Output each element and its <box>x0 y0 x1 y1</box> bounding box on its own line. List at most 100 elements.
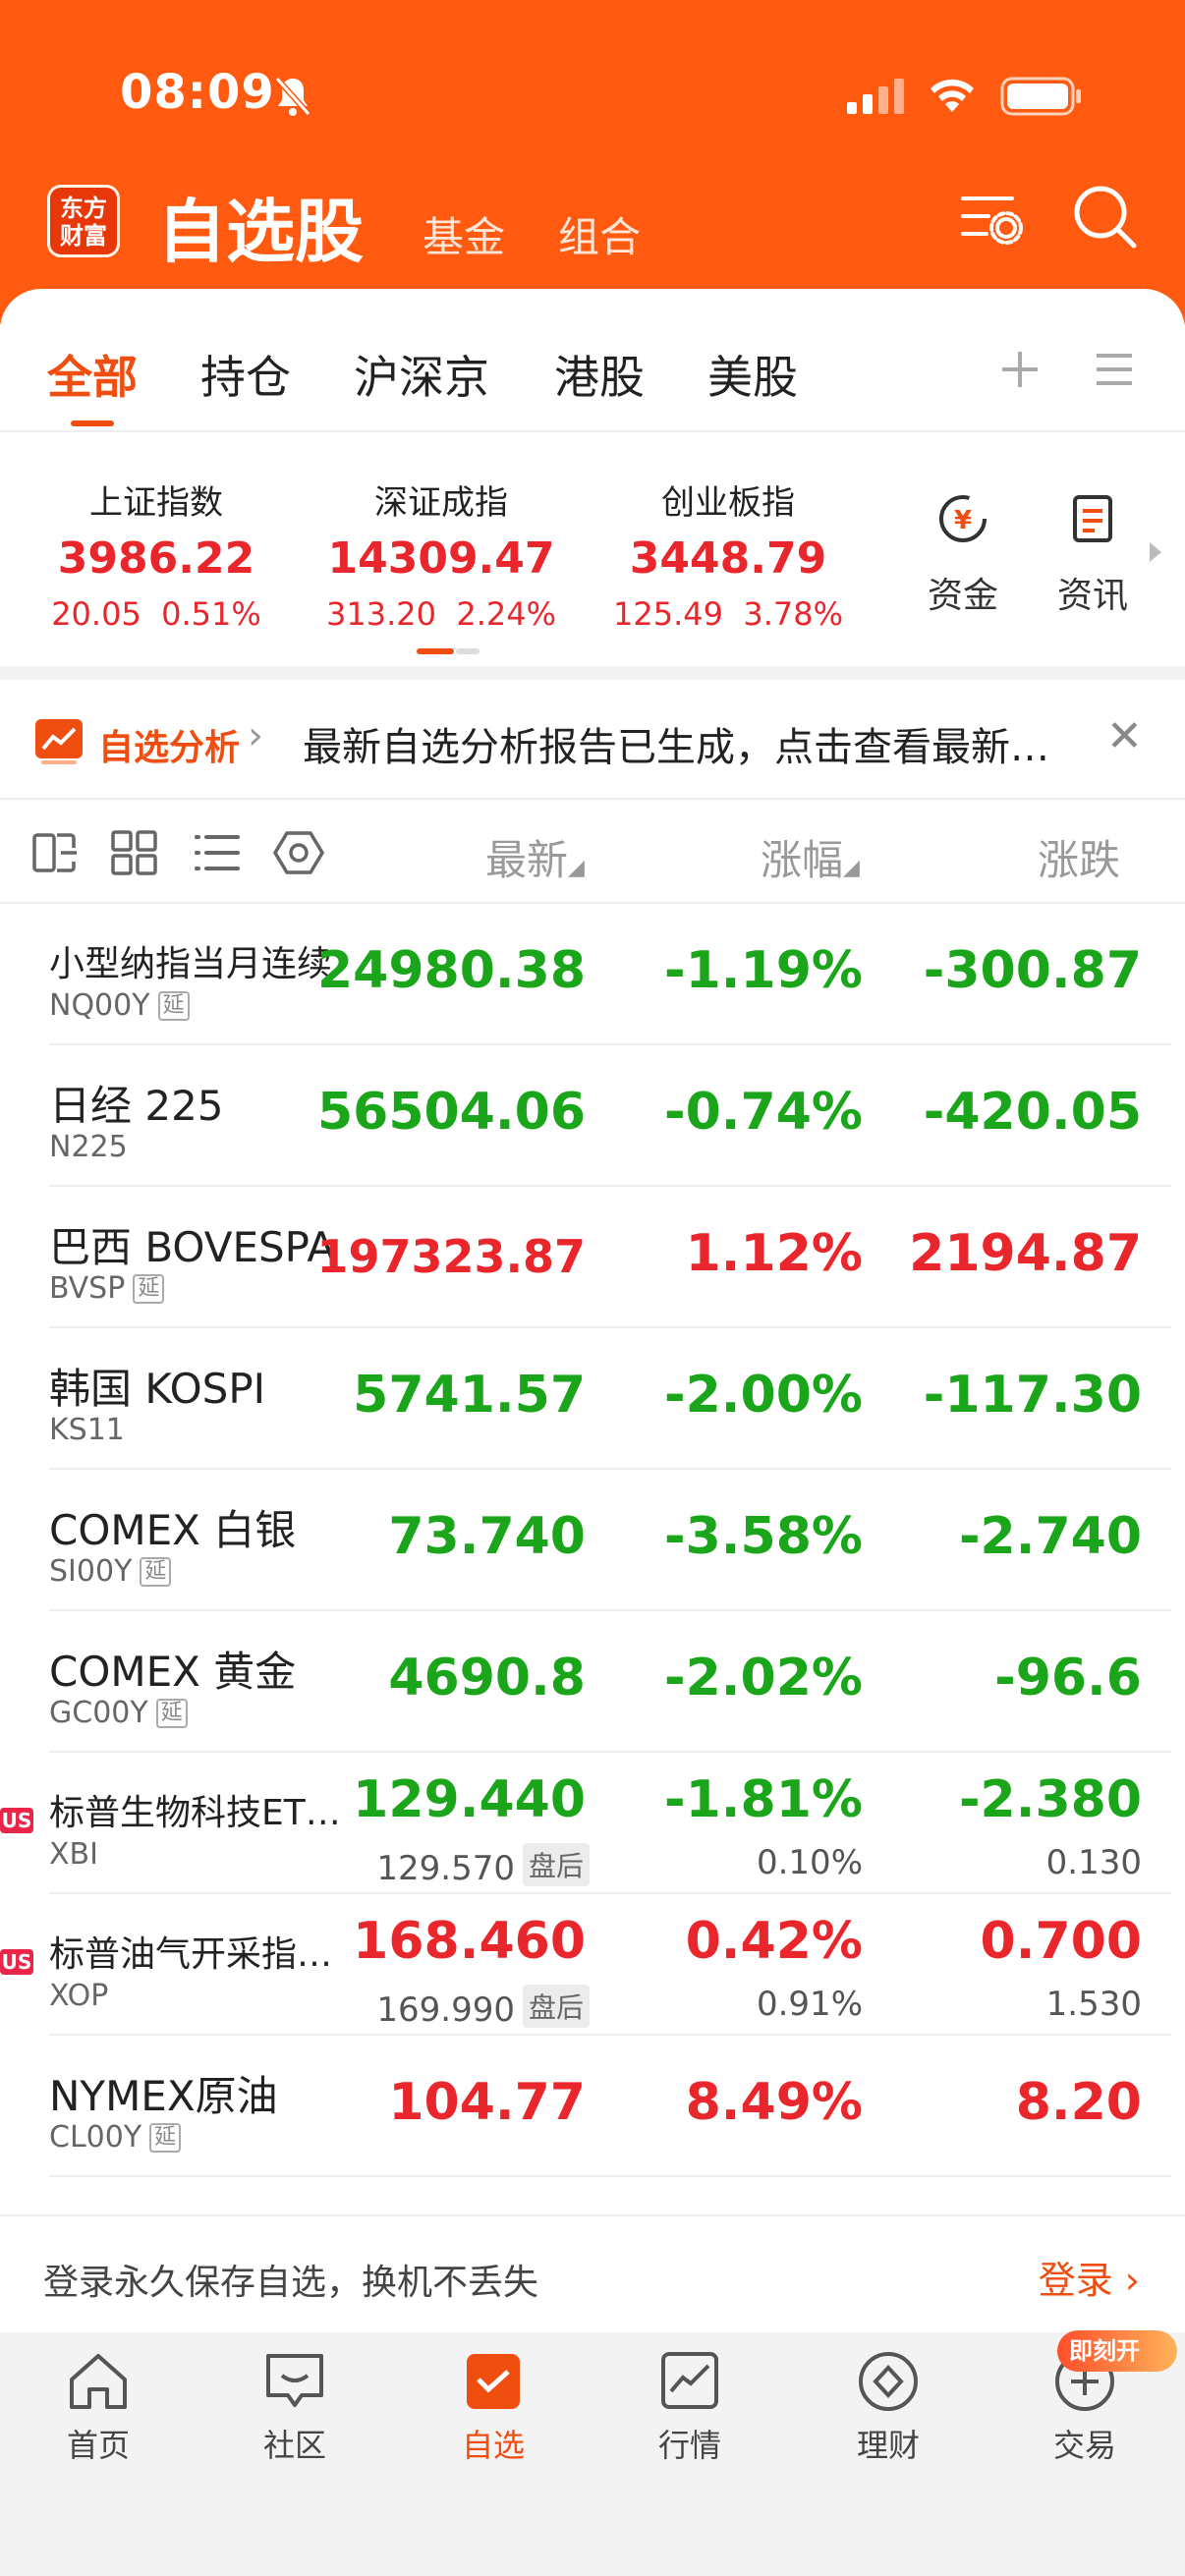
index-card-shanghai[interactable]: 上证指数 3986.22 20.05 0.51% <box>14 476 299 633</box>
delayed-badge: 延 <box>155 1699 188 1728</box>
plus-icon[interactable] <box>998 348 1042 391</box>
stock-code: SI00Y 延 <box>49 1554 172 1589</box>
stock-row-xbi[interactable]: US 标普生物科技ET… XBI 129.440 -1.81% -2.380 1… <box>0 1753 1185 1894</box>
delayed-badge: 延 <box>140 1557 172 1587</box>
stock-pct: 1.12% <box>685 1224 863 1283</box>
tab-us-stocks[interactable]: 美股 <box>707 342 798 407</box>
stock-code: KS11 <box>49 1413 125 1447</box>
stock-code: XOP <box>49 1979 109 2013</box>
tab-watchlist[interactable]: 自选 <box>424 2350 562 2466</box>
analysis-banner[interactable]: 自选分析 › 最新自选分析报告已生成，点击查看最新… ✕ <box>0 680 1185 798</box>
column-latest[interactable]: 最新◢ <box>485 827 585 887</box>
stock-row-gc00y[interactable]: COMEX 黄金 GC00Y 延 4690.8 -2.02% -96.6 <box>0 1611 1185 1753</box>
stock-change: -420.05 <box>923 1083 1142 1142</box>
tab-market[interactable]: 行情 <box>621 2350 759 2466</box>
stock-row-nq00y[interactable]: 小型纳指当月连续 NQ00Y 延 24980.38 -1.19% -300.87 <box>0 904 1185 1045</box>
stock-name: 巴西 BOVESPA <box>49 1223 336 1271</box>
index-card-shenzhen[interactable]: 深证成指 14309.47 313.20 2.24% <box>299 476 584 633</box>
scroll-right-icon[interactable] <box>1148 540 1163 564</box>
status-time: 08:09 <box>120 65 275 120</box>
search-icon[interactable] <box>1071 183 1140 252</box>
grid-view-icon[interactable] <box>110 829 159 876</box>
stock-pct: -2.02% <box>664 1649 863 1708</box>
stock-row-xop[interactable]: US 标普油气开采指… XOP 168.460 0.42% 0.700 169.… <box>0 1894 1185 2036</box>
stock-name: 小型纳指当月连续 <box>49 944 333 984</box>
cellular-signal-icon <box>847 79 904 114</box>
chat-icon <box>266 2354 323 2407</box>
section-gap <box>0 666 1185 680</box>
tab-wealth[interactable]: 理财 <box>819 2350 957 2466</box>
stock-pct: 8.49% <box>685 2073 863 2132</box>
after-hours-price: 129.570 盘后 <box>376 1843 590 1888</box>
stock-row-n225[interactable]: 日经 225 N225 56504.06 -0.74% -420.05 <box>0 1045 1185 1187</box>
stock-pct: -2.00% <box>664 1366 863 1425</box>
stock-change: 2194.87 <box>909 1224 1142 1283</box>
stock-code: GC00Y 延 <box>49 1696 188 1730</box>
menu-icon[interactable] <box>1095 350 1134 389</box>
edit-list-icon[interactable] <box>31 829 81 876</box>
chevron-right-icon: › <box>1124 2259 1140 2302</box>
news-button[interactable]: 资讯 <box>1045 491 1140 618</box>
after-hours-badge: 盘后 <box>522 1985 590 2028</box>
delayed-badge: 延 <box>157 991 190 1021</box>
stock-name: 日经 225 <box>49 1082 224 1130</box>
document-icon <box>1073 495 1112 542</box>
delayed-badge: 延 <box>149 2123 182 2153</box>
stock-code: BVSP 延 <box>49 1271 165 1306</box>
stock-name: NYMEX原油 <box>49 2072 278 2120</box>
battery-icon <box>1000 77 1081 116</box>
after-hours-price: 169.990 盘后 <box>376 1985 590 2030</box>
yuan-circle-icon: ¥ <box>939 495 987 542</box>
tab-fund[interactable]: 基金 <box>423 204 505 264</box>
stock-pct: -3.58% <box>664 1507 863 1566</box>
tab-community[interactable]: 社区 <box>226 2350 364 2466</box>
after-hours-pct: 0.10% <box>756 1843 863 1882</box>
stock-row-ks11[interactable]: 韩国 KOSPI KS11 5741.57 -2.00% -117.30 <box>0 1328 1185 1470</box>
tab-holdings[interactable]: 持仓 <box>200 342 291 407</box>
divider <box>0 430 1185 432</box>
market-chart-icon <box>661 2352 718 2409</box>
stock-price: 168.460 <box>353 1912 586 1971</box>
stock-price: 24980.38 <box>316 941 586 1000</box>
close-icon[interactable]: ✕ <box>1106 711 1143 761</box>
after-hours-pct: 0.91% <box>756 1985 863 2024</box>
stock-pct: -0.74% <box>664 1083 863 1142</box>
us-market-badge: US <box>0 1949 33 1975</box>
chevron-right-icon: › <box>248 713 263 758</box>
capital-flow-button[interactable]: ¥ 资金 <box>916 491 1010 618</box>
after-hours-badge: 盘后 <box>522 1843 590 1886</box>
banner-text: 最新自选分析报告已生成，点击查看最新… <box>303 725 1049 770</box>
stock-name: COMEX 黄金 <box>49 1648 297 1696</box>
stock-name: COMEX 白银 <box>49 1506 297 1554</box>
stock-price: 104.77 <box>388 2073 586 2132</box>
stock-price: 56504.06 <box>316 1083 586 1142</box>
column-pct[interactable]: 涨幅◢ <box>761 827 860 887</box>
stock-row-bvsp[interactable]: 巴西 BOVESPA BVSP 延 197323.87 1.12% 2194.87 <box>0 1187 1185 1328</box>
login-button[interactable]: 登录 › <box>1039 2250 1140 2304</box>
active-tab-indicator <box>71 420 114 426</box>
stock-change: -117.30 <box>923 1366 1142 1425</box>
eye-target-icon[interactable] <box>273 829 324 876</box>
column-change[interactable]: 涨跌 <box>1038 827 1120 887</box>
stock-row-cl00y[interactable]: NYMEX原油 CL00Y 延 104.77 8.49% 8.20 <box>0 2036 1185 2177</box>
tab-all[interactable]: 全部 <box>47 342 138 407</box>
bell-muted-icon <box>274 77 311 116</box>
list-settings-icon[interactable] <box>959 187 1024 250</box>
tab-shanghai-shenzhen-beijing[interactable]: 沪深京 <box>354 342 489 407</box>
list-view-icon[interactable] <box>193 829 242 876</box>
svg-text:¥: ¥ <box>954 506 972 535</box>
tab-hk-stocks[interactable]: 港股 <box>554 342 645 407</box>
stock-row-si00y[interactable]: COMEX 白银 SI00Y 延 73.740 -3.58% -2.740 <box>0 1470 1185 1611</box>
open-account-badge[interactable]: 即刻开 <box>1057 2330 1177 2372</box>
page-indicator <box>417 648 480 654</box>
stock-price: 73.740 <box>388 1507 586 1566</box>
stock-code: N225 <box>49 1130 128 1164</box>
after-hours-change: 1.530 <box>1045 1985 1142 2024</box>
stock-name: 标普油气开采指… <box>49 1934 333 1975</box>
stock-change: 0.700 <box>980 1912 1142 1971</box>
tab-home[interactable]: 首页 <box>29 2350 167 2466</box>
bottom-tab-bar: 首页 社区 自选 行情 理财 交易 <box>0 2332 1185 2576</box>
tab-portfolio[interactable]: 组合 <box>558 204 641 264</box>
wifi-icon <box>931 79 974 112</box>
index-card-chinext[interactable]: 创业板指 3448.79 125.49 3.78% <box>586 476 871 633</box>
